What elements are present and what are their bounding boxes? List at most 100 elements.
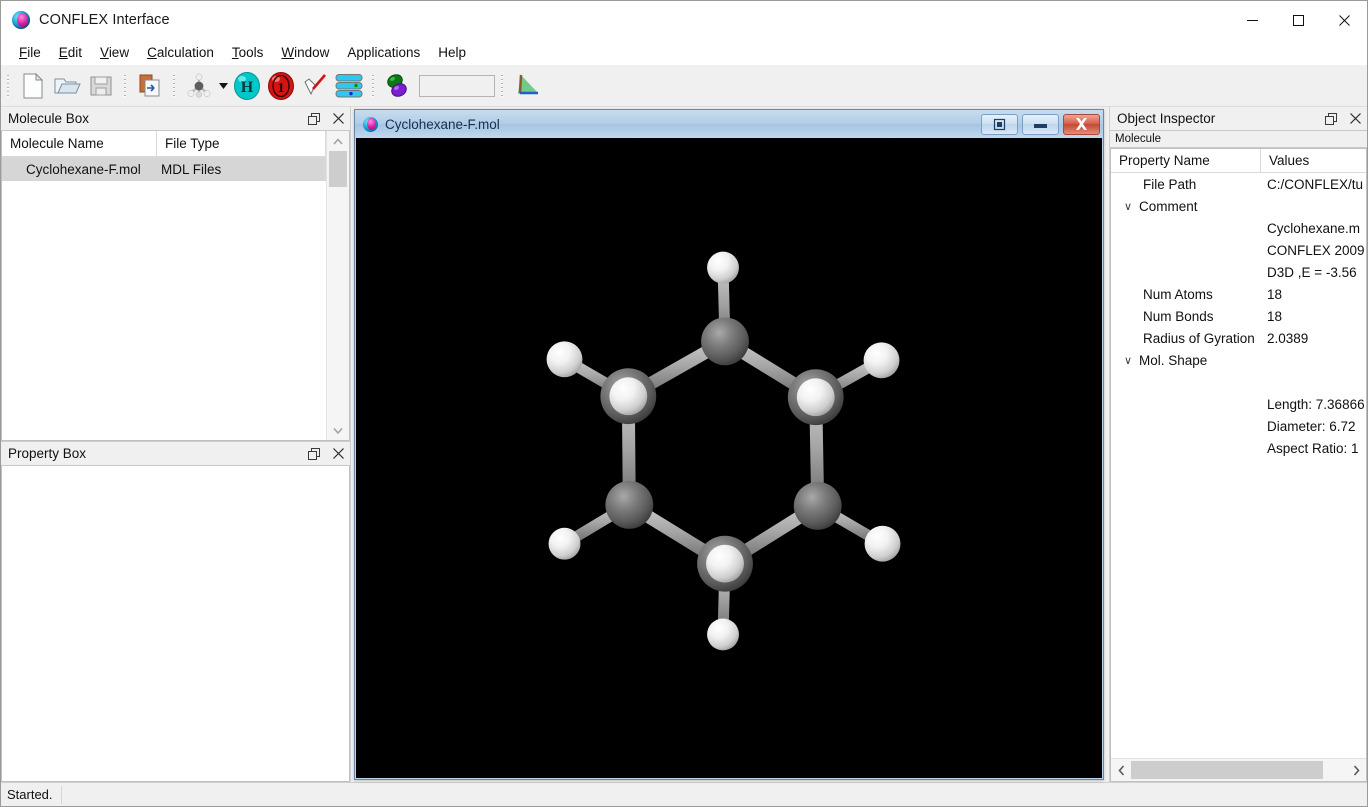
chevron-down-icon[interactable] — [216, 69, 230, 103]
molecule-box-title: Molecule Box — [8, 111, 90, 126]
object-inspector-row[interactable]: Num Bonds 18 — [1111, 305, 1366, 327]
property-name-cell: ∨ Comment — [1111, 195, 1261, 217]
chevron-down-icon[interactable]: ∨ — [1121, 354, 1135, 367]
hydrogen-atom[interactable] — [863, 342, 900, 379]
property-box-close-icon[interactable] — [326, 443, 350, 465]
import-export-icon[interactable] — [133, 69, 167, 103]
menu-tools[interactable]: Tools — [223, 42, 273, 63]
molecule-box-vertical-scrollbar[interactable] — [326, 131, 349, 440]
layers-icon[interactable] — [332, 69, 366, 103]
chevron-down-icon[interactable]: ∨ — [1121, 200, 1135, 213]
molecule-box-float-icon[interactable] — [302, 108, 326, 130]
hydrogen-atom[interactable] — [796, 378, 835, 417]
scroll-left-icon[interactable] — [1111, 759, 1131, 781]
conflex-logo-icon — [12, 11, 30, 29]
new-file-icon[interactable] — [16, 69, 50, 103]
save-disk-icon[interactable] — [84, 69, 118, 103]
menu-applications[interactable]: Applications — [338, 42, 429, 63]
maximize-button[interactable] — [1275, 1, 1321, 39]
carbon-atom[interactable] — [793, 481, 842, 530]
mdi-restore-button[interactable] — [981, 113, 1018, 135]
molecule-model-icon[interactable] — [182, 69, 216, 103]
measure-pen-icon[interactable] — [298, 69, 332, 103]
scroll-right-icon[interactable] — [1346, 759, 1366, 781]
object-inspector-rows: File Path C:/CONFLEX/tu ∨ Comment Cyclohexan… — [1111, 173, 1366, 758]
column-header-file-type[interactable]: File Type — [157, 131, 326, 156]
main-body: Molecule Box Molecule Name File Type Cyc… — [1, 107, 1367, 782]
object-inspector-close-icon[interactable] — [1343, 108, 1367, 130]
toolbar-grip-1[interactable] — [5, 72, 13, 99]
toolbar-grip-2[interactable] — [122, 72, 130, 99]
property-value-cell: Diameter: 6.72 — [1267, 418, 1356, 434]
table-row[interactable]: Cyclohexane-F.mol MDL Files — [2, 157, 326, 181]
object-inspector-float-icon[interactable] — [1319, 108, 1343, 130]
window-controls — [1229, 1, 1367, 39]
hydrogen-atom[interactable] — [546, 341, 583, 378]
property-name-cell — [1111, 415, 1261, 437]
hydrogen-atom[interactable] — [706, 544, 744, 583]
menu-window[interactable]: Window — [272, 42, 338, 63]
property-name-cell: File Path — [1111, 173, 1261, 195]
object-inspector-row[interactable]: File Path C:/CONFLEX/tu — [1111, 173, 1366, 195]
hydrogen-atom[interactable] — [864, 525, 901, 562]
mdi-client-area: Cyclohexane-F.mol — [351, 107, 1109, 782]
scroll-thumb[interactable] — [1131, 761, 1323, 779]
object-inspector-header: Object Inspector — [1110, 107, 1367, 131]
menu-calculation[interactable]: Calculation — [138, 42, 223, 63]
scroll-track[interactable] — [327, 151, 349, 420]
property-value-cell: 18 — [1267, 308, 1283, 324]
close-button[interactable] — [1321, 1, 1367, 39]
object-inspector-horizontal-scrollbar[interactable] — [1111, 758, 1366, 781]
molecule-3d-viewport[interactable] — [356, 138, 1102, 778]
object-inspector-row[interactable]: Radius of Gyration 2.0389 — [1111, 327, 1366, 349]
property-name-cell — [1111, 437, 1261, 459]
menu-file[interactable]: File — [10, 42, 50, 63]
toolbar-grip-5[interactable] — [499, 72, 507, 99]
scroll-track[interactable] — [1131, 759, 1346, 781]
object-inspector-row[interactable]: ∨ Mol. Shape — [1111, 349, 1366, 371]
object-inspector-row[interactable]: Num Atoms 18 — [1111, 283, 1366, 305]
hydrogen-atom[interactable] — [548, 527, 581, 560]
menu-help-label: Help — [438, 44, 466, 60]
column-header-property-name[interactable]: Property Name — [1111, 149, 1261, 172]
menu-help[interactable]: Help — [429, 42, 475, 63]
open-folder-icon[interactable] — [50, 69, 84, 103]
column-header-values[interactable]: Values — [1261, 149, 1366, 172]
mdi-close-button[interactable] — [1063, 113, 1100, 135]
scroll-thumb[interactable] — [329, 151, 347, 187]
molecule-viewer-titlebar[interactable]: Cyclohexane-F.mol — [355, 110, 1103, 138]
hydrogen-atom-icon[interactable]: H — [230, 69, 264, 103]
object-inspector-row[interactable] — [1111, 371, 1366, 393]
hydrogen-atom[interactable] — [609, 377, 648, 416]
property-box-body[interactable] — [1, 466, 350, 782]
toolbar-grip-4[interactable] — [370, 72, 378, 99]
object-inspector-row[interactable]: Diameter: 6.72 — [1111, 415, 1366, 437]
conformer-pair-icon[interactable] — [381, 69, 415, 103]
mdi-minimize-button[interactable] — [1022, 113, 1059, 135]
scroll-down-icon[interactable] — [327, 420, 349, 440]
svg-text:H: H — [241, 79, 254, 96]
scroll-up-icon[interactable] — [327, 131, 349, 151]
carbon-atom[interactable] — [605, 480, 654, 529]
object-inspector-row[interactable]: D3D ,E = -3.56 — [1111, 261, 1366, 283]
toolbar-grip-3[interactable] — [171, 72, 179, 99]
object-inspector-row[interactable]: Length: 7.36866 — [1111, 393, 1366, 415]
axes-tripod-icon[interactable] — [510, 69, 544, 103]
carbon-atom[interactable] — [701, 317, 749, 366]
hydrogen-atom[interactable] — [707, 251, 739, 284]
toolbar: H 1 — [1, 65, 1367, 107]
menu-edit[interactable]: Edit — [50, 42, 91, 63]
column-header-molecule-name[interactable]: Molecule Name — [2, 131, 157, 156]
minimize-button[interactable] — [1229, 1, 1275, 39]
conformer-combo-input[interactable] — [419, 74, 495, 97]
property-box-float-icon[interactable] — [302, 443, 326, 465]
object-inspector-row[interactable]: Aspect Ratio: 1 — [1111, 437, 1366, 459]
object-inspector-row[interactable]: Cyclohexane.m — [1111, 217, 1366, 239]
atom-number-icon[interactable]: 1 — [264, 69, 298, 103]
object-inspector-row[interactable]: CONFLEX 2009 — [1111, 239, 1366, 261]
object-inspector-row[interactable]: ∨ Comment — [1111, 195, 1366, 217]
hydrogen-atom[interactable] — [707, 618, 739, 651]
molecule-box-close-icon[interactable] — [326, 108, 350, 130]
application-window: CONFLEX Interface File Edit View Calcula… — [0, 0, 1368, 807]
menu-view[interactable]: View — [91, 42, 138, 63]
